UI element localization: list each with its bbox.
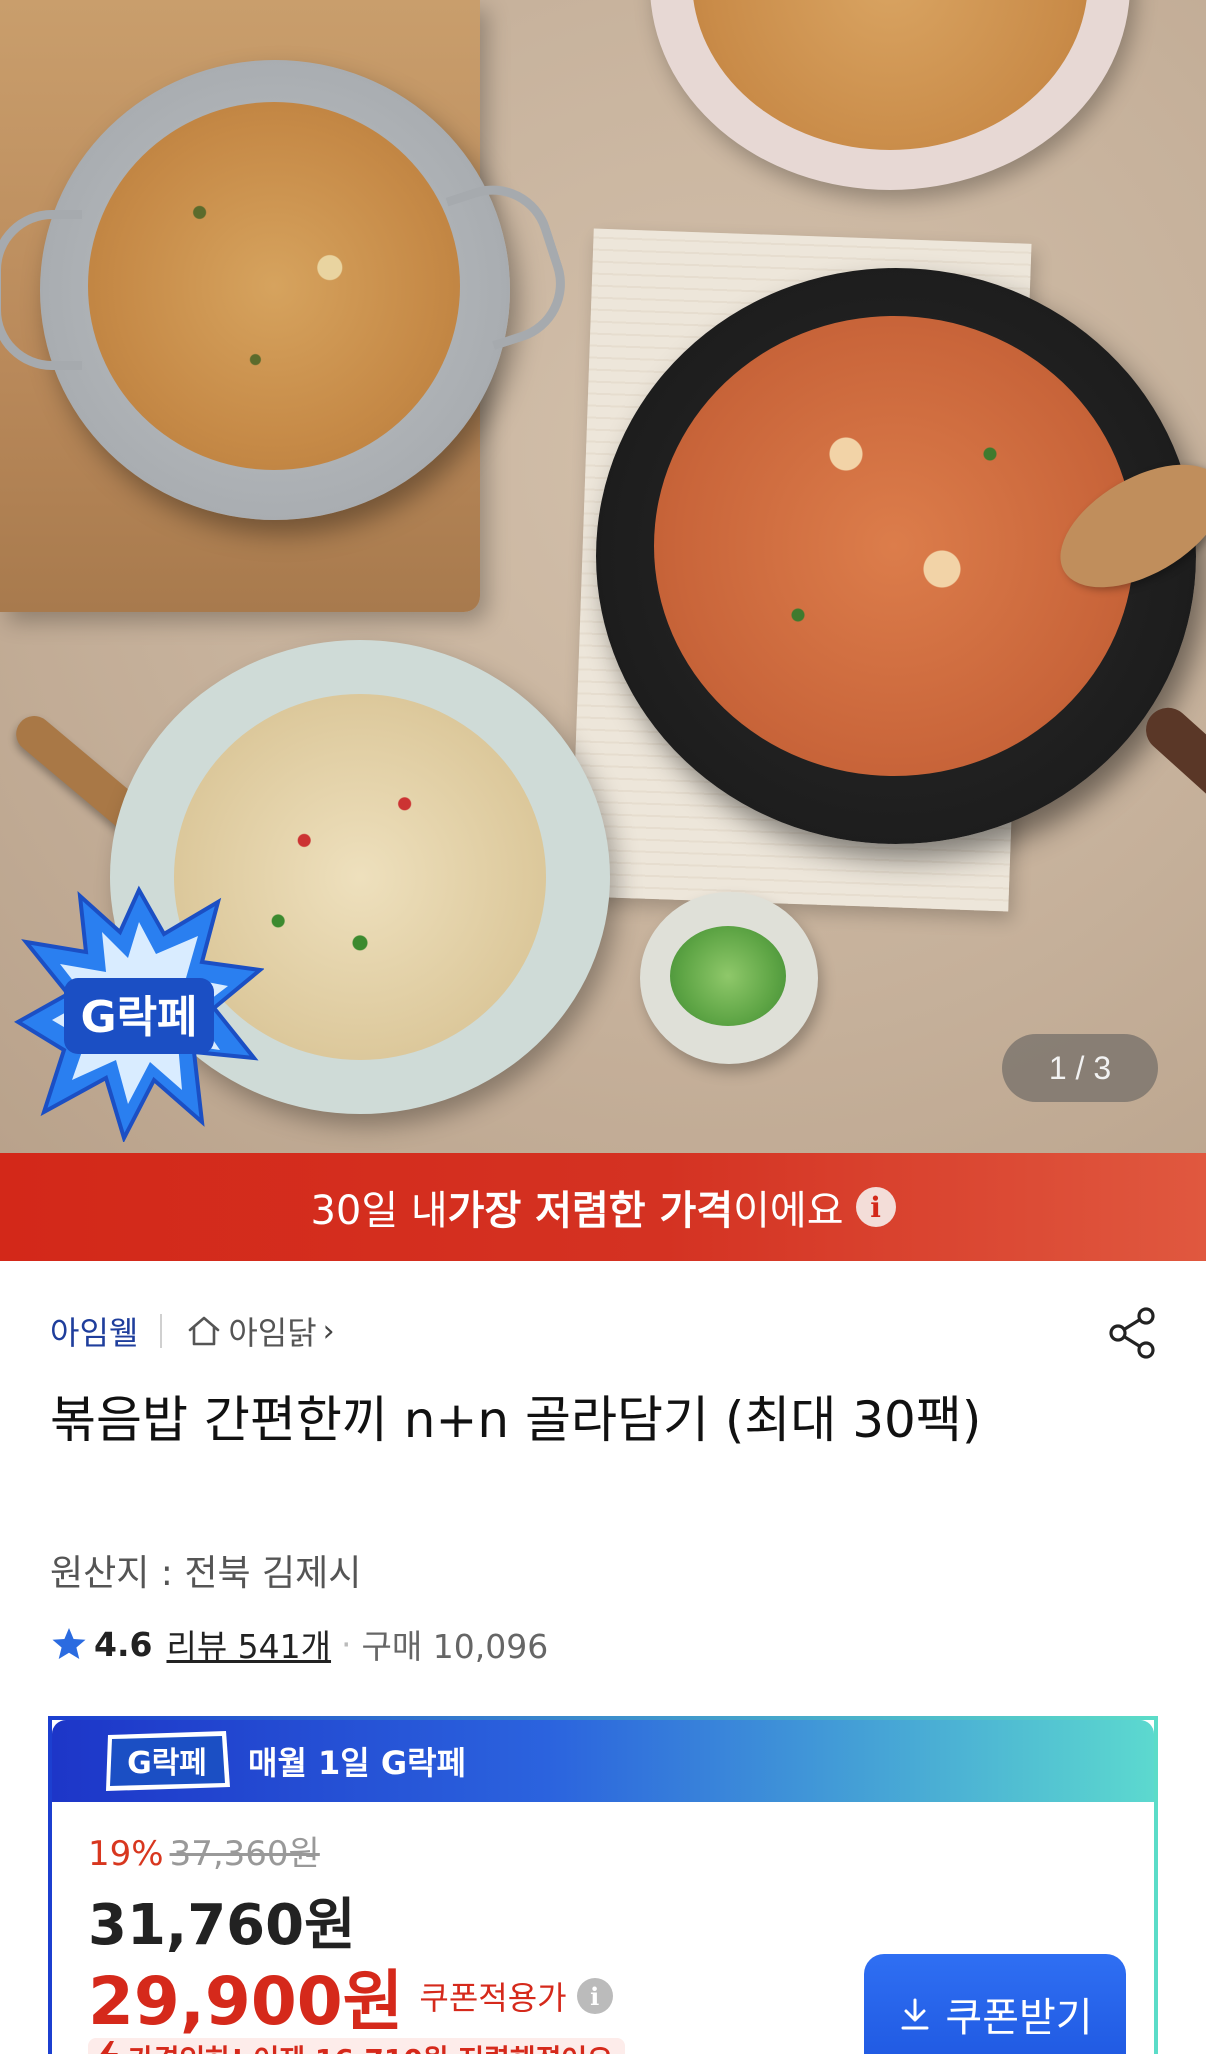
share-icon[interactable] [1104, 1304, 1162, 1362]
deal-body: 19% 37,360원 31,760원 29,900원 쿠폰적용가 i 가격인하… [52, 1802, 1154, 2054]
grakpe-badge-icon: G락페 [14, 882, 265, 1144]
divider [160, 1314, 163, 1348]
price-drop-text: 가격인하! 어제 16,710원 저렴해졌어요 [128, 2038, 613, 2054]
coupon-price: 29,900원 [88, 1963, 404, 2040]
green-onion-bowl-decoration [640, 892, 818, 1064]
reviews-link[interactable]: 리뷰 541개 [166, 1620, 331, 1668]
info-icon[interactable]: i [855, 1187, 896, 1227]
promo-highlight: 가장 저렴한 가격 [447, 1188, 734, 1234]
deal-card: G락페 매월 1일 G락페 19% 37,360원 31,760원 29,900… [48, 1716, 1158, 2054]
star-icon [52, 1628, 86, 1659]
home-icon [189, 1316, 220, 1346]
product-title: 볶음밥 간편한끼 n+n 골라담기 (최대 30팩) [50, 1391, 982, 1449]
chevron-right-icon: › [322, 1313, 335, 1349]
original-price: 37,360원 [169, 1834, 320, 1874]
store-row: 아임웰 아임닭 › [50, 1306, 335, 1356]
image-counter: 1 / 3 [1002, 1034, 1158, 1102]
discount-rate: 19% [88, 1834, 164, 1874]
promo-prefix: 30일 내 [310, 1188, 448, 1234]
get-coupon-label: 쿠폰받기 [945, 1995, 1093, 2041]
purchase-count: 구매 10,096 [361, 1627, 549, 1666]
coupon-price-label: 쿠폰적용가 [419, 1979, 567, 2017]
store-name: 아임닭 [228, 1314, 317, 1352]
product-origin: 원산지 : 전북 김제시 [50, 1553, 362, 1594]
svg-text:G락페: G락페 [80, 992, 197, 1043]
promo-suffix: 이에요 [733, 1188, 844, 1234]
brand-link[interactable]: 아임웰 [50, 1308, 138, 1354]
silver-pan-decoration [0, 60, 581, 520]
get-coupon-button[interactable]: 쿠폰받기 [864, 1954, 1126, 2054]
discount-row: 19% 37,360원 [88, 1826, 320, 1875]
download-icon [901, 1998, 929, 2030]
svg-text:G락페: G락페 [127, 1746, 207, 1781]
info-icon[interactable]: i [576, 1978, 613, 2014]
lowest-price-banner[interactable]: 30일 내 가장 저렴한 가격 이에요 i [0, 1153, 1206, 1261]
rating-row: 4.6 리뷰 541개 · 구매 10,096 [50, 1620, 548, 1668]
deal-header: G락페 매월 1일 G락페 [52, 1720, 1154, 1802]
rating-value: 4.6 [94, 1624, 153, 1664]
deal-header-title: 매월 1일 G락페 [248, 1744, 467, 1782]
separator-dot: · [341, 1624, 352, 1664]
store-link[interactable]: 아임닭 › [184, 1308, 335, 1354]
product-image-carousel[interactable]: G락페 1 / 3 [0, 0, 1206, 1153]
grakpe-logo-icon: G락페 [106, 1731, 230, 1791]
bolt-icon [100, 2041, 118, 2054]
top-plate-decoration [650, 0, 1130, 190]
price-drop-notice: 가격인하! 어제 16,710원 저렴해졌어요 [88, 2038, 625, 2054]
coupon-price-row: 29,900원 쿠폰적용가 i [88, 1948, 613, 2044]
